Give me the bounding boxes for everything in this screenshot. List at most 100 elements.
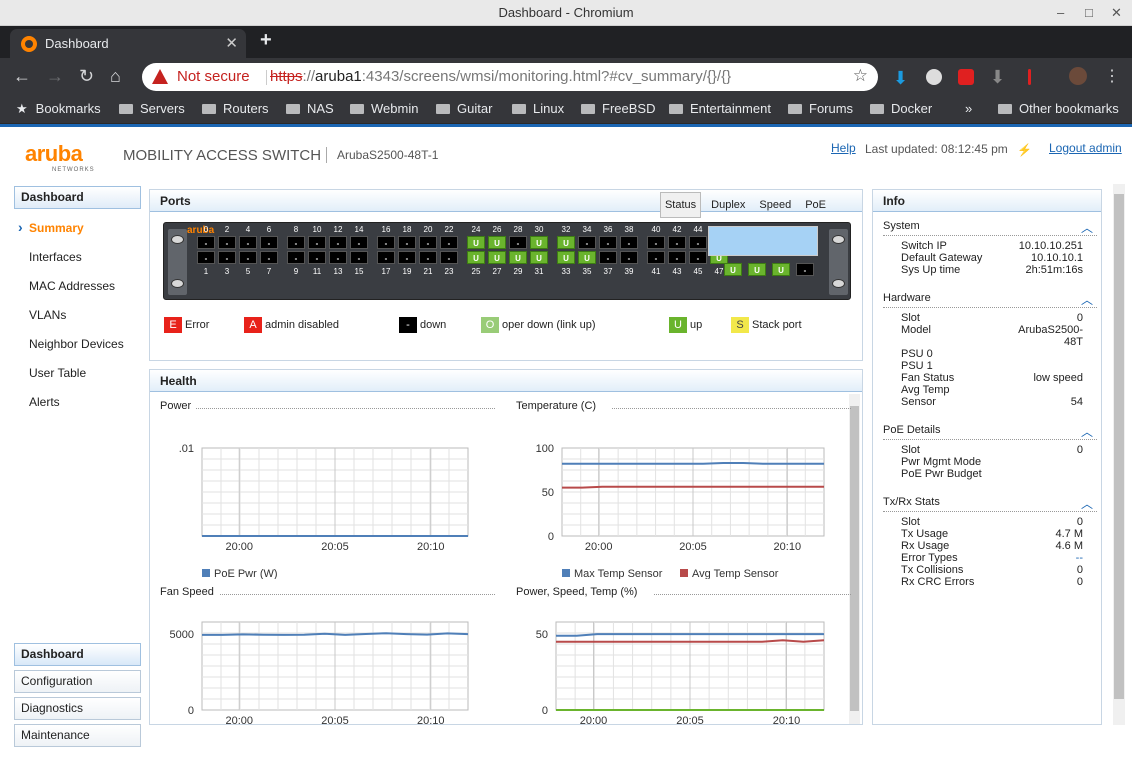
nav-item-neighbor-devices[interactable]: Neighbor Devices	[14, 330, 141, 359]
port-bottom-31[interactable]: U	[530, 251, 548, 264]
port-top-30[interactable]: U	[530, 236, 548, 249]
bookmark-folder-forums[interactable]: Forums	[788, 101, 853, 116]
ublock-icon[interactable]	[958, 69, 974, 85]
help-link[interactable]: Help	[831, 141, 856, 155]
bookmark-star-icon[interactable]: ☆	[853, 66, 868, 86]
new-tab-icon[interactable]: +	[260, 29, 272, 52]
port-top-42[interactable]: -	[668, 236, 686, 249]
port-bottom-25[interactable]: U	[467, 251, 485, 264]
port-top-20[interactable]: -	[419, 236, 437, 249]
tab-status[interactable]: Status	[659, 192, 702, 218]
port-top-32[interactable]: U	[557, 236, 575, 249]
nav-item-summary[interactable]: Summary	[14, 213, 141, 243]
nav-item-mac-addresses[interactable]: MAC Addresses	[14, 272, 141, 301]
port-bottom-13[interactable]: -	[329, 251, 347, 264]
bottom-nav-diagnostics[interactable]: Diagnostics	[14, 697, 141, 720]
close-tab-icon[interactable]: ✕	[225, 34, 238, 52]
bookmark-folder-webmin[interactable]: Webmin	[350, 101, 418, 116]
bookmark-folder-linux[interactable]: Linux	[512, 101, 564, 116]
port-top-12[interactable]: -	[329, 236, 347, 249]
port-top-36[interactable]: -	[599, 236, 617, 249]
port-bottom-27[interactable]: U	[488, 251, 506, 264]
port-bottom-23[interactable]: -	[440, 251, 458, 264]
collapse-chevron-icon[interactable]: ︿	[1081, 219, 1093, 236]
home-icon[interactable]: ⌂	[110, 66, 121, 87]
bookmark-folder-freebsd[interactable]: FreeBSD	[581, 101, 655, 116]
port-top-16[interactable]: -	[377, 236, 395, 249]
bookmark-folder-entertainment[interactable]: Entertainment	[669, 101, 771, 116]
port-bottom-43[interactable]: -	[668, 251, 686, 264]
port-top-18[interactable]: -	[398, 236, 416, 249]
uplink-port[interactable]: U	[772, 263, 790, 276]
port-bottom-37[interactable]: -	[599, 251, 617, 264]
port-bottom-7[interactable]: -	[260, 251, 278, 264]
port-top-26[interactable]: U	[488, 236, 506, 249]
browser-tab[interactable]: Dashboard ✕	[10, 29, 246, 58]
section-header[interactable]: Tx/Rx Stats ︿	[883, 496, 1097, 512]
minimize-icon[interactable]: –	[1057, 0, 1064, 26]
nav-section-dashboard[interactable]: Dashboard	[14, 186, 141, 209]
collapse-chevron-icon[interactable]: ︿	[1081, 423, 1093, 440]
uplink-port[interactable]: U	[748, 263, 766, 276]
port-top-2[interactable]: -	[218, 236, 236, 249]
nav-item-vlans[interactable]: VLANs	[14, 301, 141, 330]
bottom-nav-dashboard[interactable]: Dashboard	[14, 643, 141, 666]
bottom-nav-configuration[interactable]: Configuration	[14, 670, 141, 693]
port-top-40[interactable]: -	[647, 236, 665, 249]
nav-item-interfaces[interactable]: Interfaces	[14, 243, 141, 272]
port-bottom-9[interactable]: -	[287, 251, 305, 264]
port-bottom-1[interactable]: -	[197, 251, 215, 264]
port-bottom-21[interactable]: -	[419, 251, 437, 264]
download-icon[interactable]: ⬇	[893, 68, 908, 89]
port-bottom-19[interactable]: -	[398, 251, 416, 264]
address-bar[interactable]: Not secure https://aruba1:4343/screens/w…	[142, 63, 878, 91]
page-scrollbar[interactable]	[1113, 184, 1125, 725]
port-top-6[interactable]: -	[260, 236, 278, 249]
tab-poe[interactable]: PoE	[801, 193, 830, 217]
port-bottom-17[interactable]: -	[377, 251, 395, 264]
url-text[interactable]: https://aruba1:4343/screens/wmsi/monitor…	[270, 68, 731, 85]
bookmark-folder-servers[interactable]: Servers	[119, 101, 185, 116]
extension-circle-icon[interactable]	[926, 69, 942, 85]
port-top-24[interactable]: U	[467, 236, 485, 249]
menu-kebab-icon[interactable]: ⋮	[1104, 66, 1120, 86]
port-top-22[interactable]: -	[440, 236, 458, 249]
collapse-chevron-icon[interactable]: ︿	[1081, 291, 1093, 308]
section-header[interactable]: Hardware ︿	[883, 292, 1097, 308]
collapse-chevron-icon[interactable]: ︿	[1081, 495, 1093, 512]
maximize-icon[interactable]: □	[1085, 0, 1093, 26]
port-top-14[interactable]: -	[350, 236, 368, 249]
bookmark-folder-other[interactable]: Other bookmarks	[998, 101, 1119, 116]
nav-item-user-table[interactable]: User Table	[14, 359, 141, 388]
bookmark-folder-docker[interactable]: Docker	[870, 101, 932, 116]
uplink-port[interactable]: -	[796, 263, 814, 276]
bookmark-folder-nas[interactable]: NAS	[286, 101, 334, 116]
port-top-34[interactable]: -	[578, 236, 596, 249]
port-bottom-11[interactable]: -	[308, 251, 326, 264]
tab-duplex[interactable]: Duplex	[707, 193, 749, 217]
port-top-4[interactable]: -	[239, 236, 257, 249]
logout-link[interactable]: Logout admin	[1049, 141, 1122, 155]
port-bottom-3[interactable]: -	[218, 251, 236, 264]
reload-icon[interactable]: ↻	[79, 66, 94, 87]
port-bottom-33[interactable]: U	[557, 251, 575, 264]
port-top-28[interactable]: -	[509, 236, 527, 249]
tab-speed[interactable]: Speed	[755, 193, 795, 217]
section-header[interactable]: System ︿	[883, 220, 1097, 236]
port-bottom-35[interactable]: U	[578, 251, 596, 264]
section-header[interactable]: PoE Details ︿	[883, 424, 1097, 440]
bookmark-apps[interactable]: ★ Bookmarks	[16, 101, 101, 117]
port-bottom-39[interactable]: -	[620, 251, 638, 264]
port-bottom-41[interactable]: -	[647, 251, 665, 264]
profile-avatar[interactable]	[1069, 67, 1087, 85]
extension-down-icon[interactable]: ⬇	[990, 67, 1005, 88]
more-bookmarks-chevron[interactable]: »	[965, 101, 972, 116]
port-bottom-45[interactable]: -	[689, 251, 707, 264]
port-top-38[interactable]: -	[620, 236, 638, 249]
port-top-44[interactable]: -	[689, 236, 707, 249]
refresh-lightning-icon[interactable]: ⚡	[1017, 143, 1032, 157]
port-bottom-5[interactable]: -	[239, 251, 257, 264]
extension-bar-icon[interactable]	[1028, 69, 1031, 85]
port-bottom-15[interactable]: -	[350, 251, 368, 264]
bottom-nav-maintenance[interactable]: Maintenance	[14, 724, 141, 747]
